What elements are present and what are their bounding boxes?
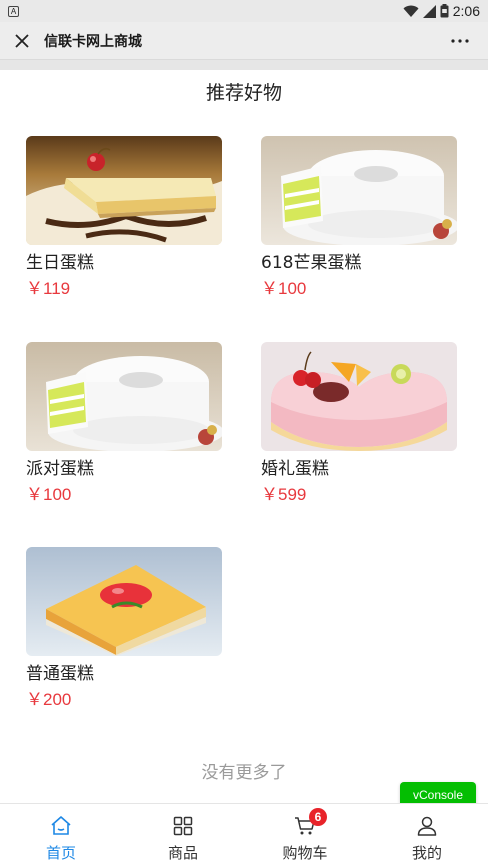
tab-cart[interactable]: 6 购物车 [244, 804, 366, 867]
product-name: 婚礼蛋糕 [261, 459, 329, 479]
product-name: 派对蛋糕 [26, 459, 94, 479]
product-image-party-cake[interactable] [26, 342, 222, 451]
section-title: 推荐好物 [205, 82, 282, 104]
product-card[interactable]: 普通蛋糕 ￥200 [26, 547, 222, 711]
cart-count-badge: 6 [309, 808, 327, 826]
status-right: 2:06 [403, 3, 480, 19]
status-bar: A 2:06 [0, 0, 488, 22]
product-price: ￥200 [26, 690, 72, 709]
product-price: ￥119 [26, 279, 71, 298]
product-name: 普通蛋糕 [26, 664, 94, 684]
signal-icon [422, 4, 436, 18]
product-image-mango-cake[interactable] [261, 136, 457, 245]
tab-label: 首页 [45, 844, 76, 862]
product-image-strawberry-cake[interactable] [26, 547, 222, 656]
status-left: A [8, 5, 19, 17]
close-button[interactable] [0, 22, 44, 60]
wifi-icon [403, 5, 419, 17]
product-card[interactable]: 生日蛋糕 ￥119 [26, 136, 222, 300]
home-icon [51, 816, 71, 835]
user-icon [417, 816, 437, 836]
close-icon [15, 33, 29, 48]
tab-mine[interactable]: 我的 [366, 804, 488, 867]
tab-label: 购物车 [282, 844, 328, 862]
title-bar: 信联卡网上商城 [0, 22, 488, 60]
product-image-heart-cake[interactable] [261, 342, 457, 451]
status-time: 2:06 [452, 3, 480, 19]
product-price: ￥100 [26, 485, 72, 504]
header-divider [0, 60, 488, 70]
product-name: 生日蛋糕 [26, 253, 94, 273]
product-price: ￥100 [261, 279, 307, 298]
tab-label: 我的 [411, 844, 442, 862]
tab-products[interactable]: 商品 [122, 804, 244, 867]
notification-app-icon: A [8, 5, 19, 17]
product-name: 618芒果蛋糕 [261, 253, 362, 273]
tab-label: 商品 [167, 844, 198, 862]
battery-icon [440, 4, 449, 18]
more-button[interactable] [432, 22, 488, 60]
no-more-text: 没有更多了 [201, 763, 287, 783]
page-title: 信联卡网上商城 [44, 32, 142, 49]
product-card[interactable]: 婚礼蛋糕 ￥599 [261, 342, 457, 506]
grid-icon [173, 816, 193, 836]
bottom-tab-bar: 首页 商品 6 购物车 我的 [0, 803, 488, 867]
product-card[interactable]: 618芒果蛋糕 ￥100 [261, 136, 457, 300]
product-price: ￥599 [261, 485, 307, 504]
more-dots-icon [451, 38, 469, 43]
tab-home[interactable]: 首页 [0, 804, 122, 867]
product-card[interactable]: 派对蛋糕 ￥100 [26, 342, 222, 506]
product-image-birthday-cake[interactable] [26, 136, 222, 245]
main-content[interactable]: 推荐好物 生日蛋糕 ￥119 618芒果蛋糕 ￥100 派对蛋糕 ￥100 婚礼… [0, 70, 488, 803]
